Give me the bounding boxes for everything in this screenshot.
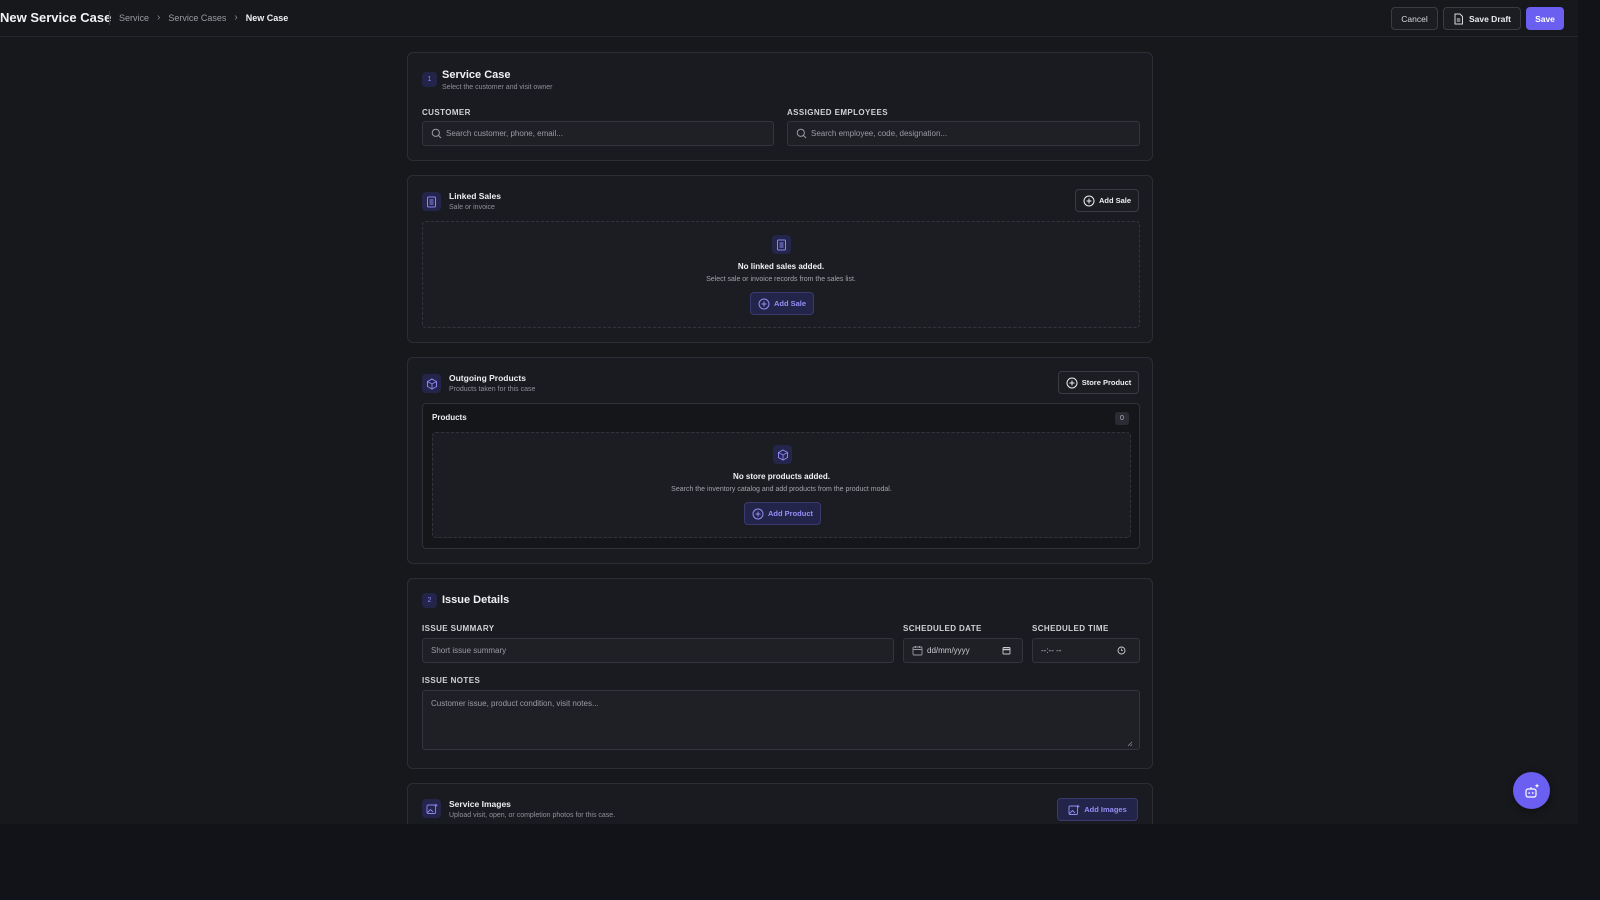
receipt-icon <box>772 235 791 254</box>
customer-search-input[interactable]: Search customer, phone, email... <box>422 121 774 146</box>
step-badge: 1 <box>422 72 437 87</box>
section-title: Service Images <box>449 799 511 809</box>
assigned-employees-label: ASSIGNED EMPLOYEES <box>787 108 888 117</box>
add-sale-empty-label: Add Sale <box>773 299 807 308</box>
products-count-badge: 0 <box>1115 412 1129 425</box>
empty-title: No store products added. <box>733 472 830 481</box>
products-panel-title: Products <box>432 413 467 422</box>
store-product-button[interactable]: Store Product <box>1058 371 1139 394</box>
empty-title: No linked sales added. <box>737 262 825 271</box>
receipt-icon <box>422 192 441 211</box>
section-title: Outgoing Products <box>449 373 526 383</box>
linked-sales-empty-state: No linked sales added. Select sale or in… <box>422 221 1140 328</box>
section-title: Issue Details <box>442 594 510 606</box>
products-empty-state: No store products added. Search the inve… <box>432 432 1131 538</box>
add-sale-empty-button[interactable]: Add Sale <box>750 292 814 315</box>
cancel-button[interactable]: Cancel <box>1391 7 1438 30</box>
section-subtitle: Products taken for this case <box>449 386 536 393</box>
save-draft-button[interactable]: Save Draft <box>1443 7 1521 30</box>
image-add-icon <box>422 799 441 818</box>
issue-notes-label: ISSUE NOTES <box>422 676 481 685</box>
add-product-button[interactable]: Add Product <box>744 502 821 525</box>
products-panel: Products 0 No store products added. Sear… <box>422 403 1140 549</box>
add-product-label: Add Product <box>768 509 813 518</box>
issue-summary-placeholder: Short issue summary <box>431 646 507 655</box>
resize-handle-icon[interactable] <box>1127 741 1133 747</box>
step-badge: 2 <box>422 593 437 608</box>
customer-placeholder: Search customer, phone, email... <box>446 129 563 138</box>
section-subtitle: Select the customer and visit owner <box>442 84 553 91</box>
chevron-right-icon: › <box>234 12 238 23</box>
assistant-fab-button[interactable] <box>1513 772 1550 809</box>
add-sale-button[interactable]: Add Sale <box>1075 189 1139 212</box>
breadcrumb-current: New Case <box>245 12 289 23</box>
scheduled-date-label: SCHEDULED DATE <box>903 624 982 633</box>
scheduled-date-input[interactable]: dd/mm/yyyy <box>903 638 1023 663</box>
document-icon <box>1454 13 1463 24</box>
search-icon <box>431 128 442 139</box>
empty-subtitle: Select sale or invoice records from the … <box>706 276 856 283</box>
linked-sales-card: Linked Sales Sale or invoice Add Sale No… <box>407 175 1153 343</box>
employee-search-input[interactable]: Search employee, code, designation... <box>787 121 1140 146</box>
issue-summary-label: ISSUE SUMMARY <box>422 624 495 633</box>
scheduled-time-label: SCHEDULED TIME <box>1032 624 1109 633</box>
plus-circle-icon <box>758 298 770 309</box>
issue-details-card: 2 Issue Details ISSUE SUMMARY Short issu… <box>407 578 1153 769</box>
box-icon <box>422 374 441 393</box>
section-title: Service Case <box>442 69 511 81</box>
assistant-sparkle-icon <box>1524 783 1539 798</box>
plus-circle-icon <box>1066 377 1078 388</box>
customer-label: CUSTOMER <box>422 108 471 117</box>
add-sale-label: Add Sale <box>1098 196 1132 205</box>
app-window: New Service Case Service › Service Cases… <box>0 0 1578 824</box>
calendar-icon <box>912 646 923 656</box>
plus-circle-icon <box>1083 195 1095 206</box>
image-add-icon <box>1068 804 1080 815</box>
add-images-label: Add Images <box>1084 805 1127 814</box>
search-icon <box>796 128 807 139</box>
issue-notes-textarea[interactable]: Customer issue, product condition, visit… <box>422 690 1140 750</box>
add-images-button[interactable]: Add Images <box>1057 798 1138 821</box>
scheduled-time-input[interactable]: --:-- -- <box>1032 638 1140 663</box>
title-divider <box>109 11 110 25</box>
breadcrumb-service-cases[interactable]: Service Cases <box>168 13 226 23</box>
outgoing-products-card: Outgoing Products Products taken for thi… <box>407 357 1153 564</box>
employee-placeholder: Search employee, code, designation... <box>811 129 948 138</box>
issue-summary-input[interactable]: Short issue summary <box>422 638 894 663</box>
section-subtitle: Sale or invoice <box>449 204 495 211</box>
calendar-picker-icon[interactable] <box>1002 646 1011 655</box>
plus-circle-icon <box>752 508 764 519</box>
section-subtitle: Upload visit, open, or completion photos… <box>449 812 616 819</box>
page-header: New Service Case Service › Service Cases… <box>0 0 1578 37</box>
breadcrumb: Service › Service Cases › New Case <box>119 12 288 23</box>
service-case-card: 1 Service Case Select the customer and v… <box>407 52 1153 161</box>
section-title: Linked Sales <box>449 191 501 201</box>
scheduled-time-placeholder: --:-- -- <box>1041 646 1062 655</box>
save-button[interactable]: Save <box>1526 7 1564 30</box>
service-images-card: Service Images Upload visit, open, or co… <box>407 783 1153 824</box>
scheduled-date-placeholder: dd/mm/yyyy <box>927 646 970 655</box>
breadcrumb-service[interactable]: Service <box>119 13 149 23</box>
clock-icon[interactable] <box>1117 646 1126 655</box>
chevron-right-icon: › <box>157 12 161 23</box>
box-icon <box>773 445 792 464</box>
store-product-label: Store Product <box>1081 378 1132 387</box>
page-title: New Service Case <box>0 10 112 25</box>
issue-notes-placeholder: Customer issue, product condition, visit… <box>431 699 599 708</box>
empty-subtitle: Search the inventory catalog and add pro… <box>671 486 892 493</box>
save-draft-label: Save Draft <box>1468 13 1512 24</box>
